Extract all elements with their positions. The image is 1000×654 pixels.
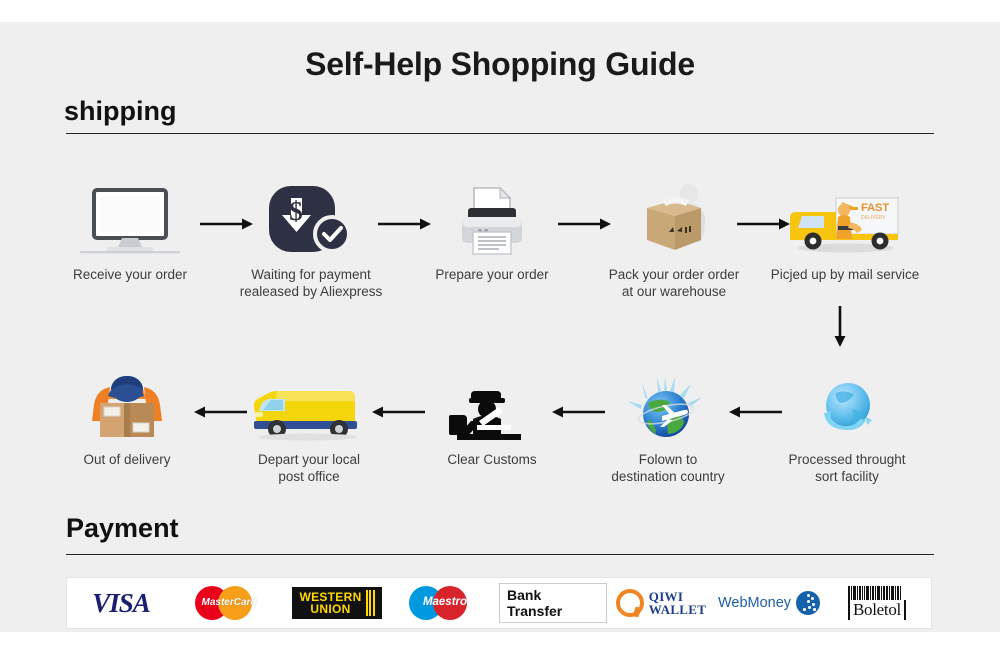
globe-sorting-icon xyxy=(772,365,922,443)
step-picked-up: FAST DELIVERY Picjed up by mail service xyxy=(770,180,920,283)
step-processed-sort-facility: Processed throught sort facility xyxy=(772,365,922,485)
boleto-logo-text: Boletol xyxy=(848,600,906,620)
step-out-of-delivery: Out of delivery xyxy=(52,365,202,468)
shipping-divider xyxy=(66,133,934,134)
packing-box-icon xyxy=(599,180,749,258)
step-caption-line1: Depart your local xyxy=(257,452,361,467)
payment-method-western-union: WESTERN UNION xyxy=(283,578,391,628)
payment-methods-bar: VISA MasterCard WESTERN UNION Maestro Ba… xyxy=(66,577,932,629)
yellow-van-icon xyxy=(234,365,384,443)
qiwi-logo: QIWI WALLET xyxy=(615,589,707,617)
payment-divider xyxy=(66,554,934,555)
boleto-barcode-icon xyxy=(848,586,906,600)
bank-transfer-logo-text: Bank Transfer xyxy=(499,583,607,623)
step-caption-line2: at our warehouse xyxy=(621,284,727,299)
step-caption-line2: realeased by Aliexpress xyxy=(239,284,383,299)
delivery-truck-icon: FAST DELIVERY xyxy=(770,180,920,258)
step-pack-order: Pack your order order at our warehouse xyxy=(599,180,749,300)
section-heading-payment: Payment xyxy=(66,513,179,543)
svg-text:FAST: FAST xyxy=(861,202,889,214)
step-caption: Out of delivery xyxy=(83,452,171,467)
step-prepare-order: Prepare your order xyxy=(417,180,567,283)
step-caption: Clear Customs xyxy=(447,452,537,467)
step-caption-line2: post office xyxy=(278,469,340,484)
payment-method-maestro: Maestro xyxy=(391,578,499,628)
step-flown-destination: Folown to destination country xyxy=(593,365,743,485)
webmoney-globe-icon xyxy=(796,591,821,615)
step-caption-line2: destination country xyxy=(611,469,725,484)
boleto-logo: Boletol xyxy=(848,586,906,620)
payment-method-bank-transfer: Bank Transfer xyxy=(499,578,607,628)
step-receive-order: Receive your order xyxy=(55,180,205,283)
payment-method-qiwi-wallet: QIWI WALLET xyxy=(607,578,715,628)
step-caption: Receive your order xyxy=(72,267,188,282)
mastercard-logo-text: MasterCard xyxy=(201,597,257,608)
western-union-logo: WESTERN UNION xyxy=(292,587,382,619)
payment-method-boleto: Boletol xyxy=(823,578,931,628)
step-depart-post-office: Depart your local post office xyxy=(234,365,384,485)
flow-arrow-down xyxy=(834,306,846,348)
mastercard-logo: MasterCard xyxy=(195,586,263,620)
courier-package-icon xyxy=(52,365,202,443)
webmoney-logo-text: WebMoney xyxy=(717,595,792,611)
page-title: Self-Help Shopping Guide xyxy=(305,46,695,82)
qiwi-q-icon xyxy=(615,589,644,617)
step-caption: Picjed up by mail service xyxy=(770,267,920,282)
step-caption: Prepare your order xyxy=(435,267,549,282)
section-heading-shipping: shipping xyxy=(64,96,177,126)
svg-text:DELIVERY: DELIVERY xyxy=(861,215,886,221)
maestro-logo-text: Maestro xyxy=(422,596,468,608)
svg-text:$: $ xyxy=(289,196,303,226)
maestro-logo: Maestro xyxy=(409,586,481,620)
webmoney-logo: WebMoney xyxy=(717,591,821,615)
qiwi-line2: WALLET xyxy=(648,602,707,617)
globe-airplane-icon xyxy=(593,365,743,443)
step-caption-line1: Pack your order order xyxy=(608,267,740,282)
shopping-guide-banner: Self-Help Shopping Guide shipping Receiv… xyxy=(0,0,1000,654)
step-caption-line1: Folown to xyxy=(638,452,698,467)
western-union-line2: UNION xyxy=(310,602,351,616)
customs-officer-icon xyxy=(417,365,567,443)
payment-method-visa: VISA xyxy=(67,578,175,628)
western-union-bars xyxy=(365,590,375,616)
step-caption-line1: Waiting for payment xyxy=(251,267,371,282)
step-caption-line1: Processed throught xyxy=(788,452,906,467)
step-clear-customs: Clear Customs xyxy=(417,365,567,468)
payment-method-webmoney: WebMoney xyxy=(715,578,823,628)
payment-pending-icon: $ xyxy=(236,180,386,258)
payment-method-mastercard: MasterCard xyxy=(175,578,283,628)
step-waiting-payment: $ Waiting for payment realeased by Aliex… xyxy=(236,180,386,300)
printer-icon xyxy=(417,180,567,258)
monitor-icon xyxy=(55,180,205,258)
visa-logo-text: VISA xyxy=(92,587,151,618)
step-caption-line2: sort facility xyxy=(815,469,879,484)
